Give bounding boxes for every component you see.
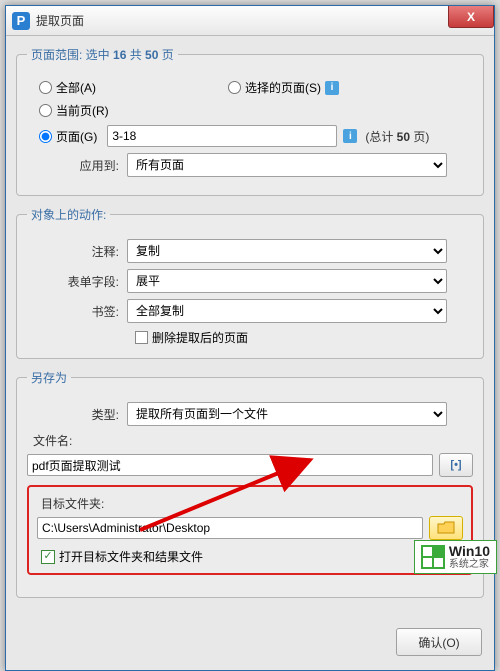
apply-to-label: 应用到: bbox=[27, 157, 127, 174]
radio-pages[interactable] bbox=[39, 130, 52, 143]
radio-pages-label: 页面(G) bbox=[56, 128, 97, 145]
object-actions-legend: 对象上的动作: bbox=[27, 206, 110, 223]
apply-to-row: 应用到: 所有页面 bbox=[27, 153, 473, 177]
radio-selected-pages-label: 选择的页面(S) bbox=[245, 79, 321, 96]
radio-row-3: 页面(G) i (总计 50 页) bbox=[27, 125, 473, 147]
file-type-label: 类型: bbox=[27, 406, 127, 423]
radio-current-page[interactable] bbox=[39, 104, 52, 117]
folder-icon bbox=[437, 521, 455, 535]
bookmarks-row: 书签: 全部复制 bbox=[27, 299, 473, 323]
radio-selected-pages[interactable] bbox=[228, 81, 241, 94]
file-type-row: 类型: 提取所有页面到一个文件 bbox=[27, 402, 473, 426]
watermark-line1: Win10 bbox=[449, 544, 490, 559]
delete-after-row: 删除提取后的页面 bbox=[135, 329, 473, 346]
total-pages-text: (总计 50 页) bbox=[365, 128, 429, 145]
open-target-row: ✓ 打开目标文件夹和结果文件 bbox=[37, 548, 463, 565]
close-button[interactable]: X bbox=[448, 6, 494, 28]
bookmarks-select[interactable]: 全部复制 bbox=[127, 299, 447, 323]
info-icon[interactable]: i bbox=[325, 81, 339, 95]
info-icon[interactable]: i bbox=[343, 129, 357, 143]
open-target-checkbox[interactable]: ✓ bbox=[41, 550, 55, 564]
form-fields-select[interactable]: 展平 bbox=[127, 269, 447, 293]
radio-row-1: 全部(A) 选择的页面(S) i bbox=[27, 79, 473, 96]
annotations-row: 注释: 复制 bbox=[27, 239, 473, 263]
form-fields-label: 表单字段: bbox=[27, 273, 127, 290]
window-title: 提取页面 bbox=[36, 12, 84, 29]
browse-folder-button[interactable] bbox=[429, 516, 463, 540]
object-actions-group: 对象上的动作: 注释: 复制 表单字段: 展平 书签: 全部复制 bbox=[16, 206, 484, 359]
watermark-text: Win10 系统之家 bbox=[449, 544, 490, 570]
filename-options-button[interactable]: [•] bbox=[439, 453, 473, 477]
app-icon: P bbox=[12, 12, 30, 30]
watermark: Win10 系统之家 bbox=[414, 540, 497, 574]
watermark-logo-icon bbox=[421, 545, 445, 569]
ok-button[interactable]: 确认(O) bbox=[396, 628, 482, 656]
radio-row-2: 当前页(R) bbox=[27, 102, 473, 119]
open-target-label: 打开目标文件夹和结果文件 bbox=[59, 548, 203, 565]
page-range-group: 页面范围: 选中 16 共 50 页 全部(A) 选择的页面(S) i 当前页(… bbox=[16, 46, 484, 196]
apply-to-select[interactable]: 所有页面 bbox=[127, 153, 447, 177]
dialog-button-bar: 确认(O) bbox=[6, 618, 494, 670]
filename-label: 文件名: bbox=[33, 434, 72, 448]
titlebar: P 提取页面 X bbox=[6, 6, 494, 36]
form-fields-row: 表单字段: 展平 bbox=[27, 269, 473, 293]
page-range-input[interactable] bbox=[107, 125, 337, 147]
annotation-arrow-icon bbox=[130, 440, 350, 540]
annotations-select[interactable]: 复制 bbox=[127, 239, 447, 263]
watermark-line2: 系统之家 bbox=[449, 559, 490, 570]
radio-all-label: 全部(A) bbox=[56, 79, 96, 96]
page-range-legend: 页面范围: 选中 16 共 50 页 bbox=[27, 46, 178, 63]
radio-current-page-label: 当前页(R) bbox=[56, 102, 109, 119]
bookmarks-label: 书签: bbox=[27, 303, 127, 320]
delete-after-label: 删除提取后的页面 bbox=[152, 329, 248, 346]
delete-after-checkbox[interactable] bbox=[135, 331, 148, 344]
save-as-legend: 另存为 bbox=[27, 369, 71, 386]
radio-all[interactable] bbox=[39, 81, 52, 94]
annotations-label: 注释: bbox=[27, 243, 127, 260]
file-type-select[interactable]: 提取所有页面到一个文件 bbox=[127, 402, 447, 426]
